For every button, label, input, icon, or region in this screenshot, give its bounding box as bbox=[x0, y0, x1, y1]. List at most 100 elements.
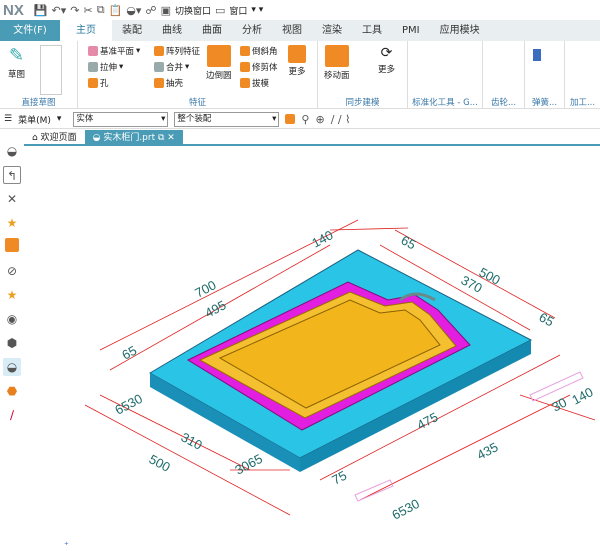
show-icon[interactable]: ◉ bbox=[3, 310, 21, 328]
redo-icon[interactable]: ↷ bbox=[70, 4, 79, 17]
quick-access-toolbar: NX 💾 ↶▾ ↷ ✂ ⧉ 📋 ◒▾ ☍ ▣ 切换窗口 ▭ 窗口 ▾ ▾ bbox=[0, 0, 600, 20]
group-label: 特征 bbox=[188, 98, 206, 108]
measure-icon[interactable]: ∕ bbox=[3, 406, 21, 424]
graphics-window[interactable]: 140 65 500 370 65 700 495 65 6530 310 50… bbox=[24, 148, 600, 551]
type-filter-select[interactable]: 实体 bbox=[73, 111, 169, 127]
tab-tools[interactable]: 工具 bbox=[352, 20, 392, 41]
tab-render[interactable]: 渲染 bbox=[312, 20, 352, 41]
pattern-feature-button[interactable]: 阵列特征 bbox=[154, 45, 200, 57]
filter-icon[interactable]: ⚲ bbox=[301, 113, 309, 126]
label: 更多 bbox=[288, 67, 306, 77]
group-label[interactable]: 标准化工具 - G... bbox=[408, 96, 482, 108]
snap-view-icon[interactable]: ◒ bbox=[3, 358, 21, 376]
spring-icon[interactable] bbox=[533, 49, 541, 61]
dim-495: 495 bbox=[202, 297, 228, 320]
shell-button[interactable]: 抽壳 bbox=[154, 77, 183, 89]
edge-blend-button[interactable]: 边倒圆 bbox=[206, 45, 232, 81]
draft-icon bbox=[240, 78, 250, 88]
selection-scope-select[interactable]: 整个装配 bbox=[174, 111, 280, 127]
cut-icon[interactable]: ✂ bbox=[84, 4, 93, 17]
group-direct-sketch: ✎ 草图 直接草图 bbox=[0, 41, 78, 109]
sketch-label: 草图 bbox=[8, 70, 26, 80]
move-face-button[interactable]: 移动面 bbox=[324, 45, 350, 81]
more-sync-button[interactable]: ⟳ 更多 bbox=[378, 45, 395, 75]
window-icon[interactable]: ▭ bbox=[215, 4, 225, 17]
sketch-button[interactable]: ✎ 草图 bbox=[8, 45, 25, 80]
paste-icon[interactable]: 📋 bbox=[109, 4, 123, 17]
tab-view[interactable]: 视图 bbox=[272, 20, 312, 41]
unite-button[interactable]: 合并 ▾ bbox=[154, 61, 189, 73]
tab-analysis[interactable]: 分析 bbox=[232, 20, 272, 41]
shell-icon bbox=[154, 78, 164, 88]
close-tab-icon[interactable]: ✕ bbox=[167, 133, 175, 143]
dim-6530-left: 6530 bbox=[112, 391, 145, 418]
datum-plane-button[interactable]: 基准平面 ▾ bbox=[88, 45, 140, 57]
dim-75: 75 bbox=[329, 468, 349, 488]
resource-bar: ◒ ↰ ✕ ★ ⊘ ★ ◉ ⬢ ◒ ⬣ ∕ bbox=[0, 139, 24, 439]
tab-home[interactable]: 主页 bbox=[60, 20, 112, 41]
reuse-library-icon[interactable] bbox=[3, 238, 21, 256]
label: 实木柜门.prt bbox=[103, 133, 156, 143]
more-feature-button[interactable]: 更多 bbox=[288, 45, 306, 77]
unite-icon bbox=[154, 62, 164, 72]
label: 拔模 bbox=[252, 79, 270, 89]
label: 基准平面 bbox=[100, 47, 135, 57]
touch-icon[interactable]: ☍ bbox=[145, 4, 156, 17]
assembly-icon[interactable]: ⬣ bbox=[3, 382, 21, 400]
selection-bar: ☰ 菜单(M)▾ 实体 整个装配 ⚲ ⊕ ∕ ∕ ⌇ bbox=[0, 110, 600, 129]
ribbon: ✎ 草图 直接草图 基准平面 ▾ 拉伸 ▾ 孔 阵列特征 合并 ▾ 抽壳 边倒圆 倒斜角… bbox=[0, 41, 600, 109]
move-face-icon bbox=[324, 45, 349, 67]
switch-window-icon[interactable]: ▣ bbox=[161, 4, 171, 17]
label: 欢迎页面 bbox=[40, 133, 77, 143]
tab-curve[interactable]: 曲线 bbox=[152, 20, 192, 41]
group-label[interactable]: 齿轮... bbox=[483, 96, 524, 108]
tab-file[interactable]: 文件(F) bbox=[0, 20, 60, 41]
history-icon[interactable]: ★ bbox=[3, 286, 21, 304]
part-navigator-icon[interactable]: ◒ bbox=[3, 142, 21, 160]
tab-assembly[interactable]: 装配 bbox=[112, 20, 152, 41]
constraints-icon[interactable]: ↰ bbox=[3, 166, 21, 184]
dim-500-bottom: 500 bbox=[147, 451, 173, 474]
label: 阵列特征 bbox=[166, 47, 201, 57]
dim-65-right: 65 bbox=[537, 309, 557, 329]
group-label[interactable]: 加工... bbox=[565, 96, 600, 108]
save-icon[interactable]: 💾 bbox=[34, 4, 48, 17]
hole-button[interactable]: 孔 bbox=[88, 77, 109, 89]
group-label[interactable]: 弹簧... bbox=[525, 96, 564, 108]
tab-surface[interactable]: 曲面 bbox=[192, 20, 232, 41]
draft-button[interactable]: 拔模 bbox=[240, 77, 269, 89]
hide-icon[interactable]: ⊘ bbox=[3, 262, 21, 280]
tab-part-file[interactable]: ◒ 实木柜门.prt ⧉ ✕ bbox=[84, 130, 183, 144]
pattern-icon bbox=[154, 46, 164, 56]
view-cube-icon[interactable]: ⬢ bbox=[3, 334, 21, 352]
line-icon[interactable]: ∕ ∕ ⌇ bbox=[331, 113, 351, 126]
snap-icon[interactable] bbox=[285, 114, 296, 124]
group-label: 直接草图 bbox=[21, 98, 56, 108]
chamfer-icon bbox=[240, 46, 250, 56]
edge-blend-icon bbox=[206, 45, 231, 67]
trim-body-button[interactable]: 修剪体 bbox=[240, 61, 278, 73]
roles-icon[interactable]: ★ bbox=[3, 214, 21, 232]
refresh-icon: ⟳ bbox=[380, 45, 393, 61]
dim-65-top: 65 bbox=[399, 232, 419, 252]
group-std-tools: 标准化工具 - G... bbox=[408, 41, 483, 109]
tab-pmi[interactable]: PMI bbox=[392, 20, 430, 41]
tab-applications[interactable]: 应用模块 bbox=[430, 20, 490, 41]
window-menu[interactable]: 窗口 bbox=[229, 4, 247, 17]
sketch-curve-gallery[interactable] bbox=[40, 45, 62, 95]
close-icon[interactable]: ✕ bbox=[3, 190, 21, 208]
undo-icon[interactable]: ↶▾ bbox=[52, 4, 67, 17]
group-gear: 齿轮... bbox=[483, 41, 525, 109]
more-icon bbox=[288, 45, 306, 63]
menu-button[interactable]: 菜单(M) bbox=[18, 113, 51, 126]
crosshair-icon[interactable]: ⊕ bbox=[315, 113, 324, 126]
copy-icon[interactable]: ⧉ bbox=[97, 3, 105, 17]
render-icon[interactable]: ◒▾ bbox=[126, 4, 141, 17]
chamfer-button[interactable]: 倒斜角 bbox=[240, 45, 278, 57]
extrude-button[interactable]: 拉伸 ▾ bbox=[88, 61, 123, 73]
document-tabs: ⌂ 欢迎页面 ◒ 实木柜门.prt ⧉ ✕ bbox=[24, 130, 600, 146]
tab-welcome[interactable]: ⌂ 欢迎页面 bbox=[24, 130, 85, 144]
menu-icon[interactable]: ☰ bbox=[4, 114, 12, 124]
switch-window-button[interactable]: 切换窗口 bbox=[175, 4, 211, 17]
label: 合并 bbox=[166, 63, 184, 73]
